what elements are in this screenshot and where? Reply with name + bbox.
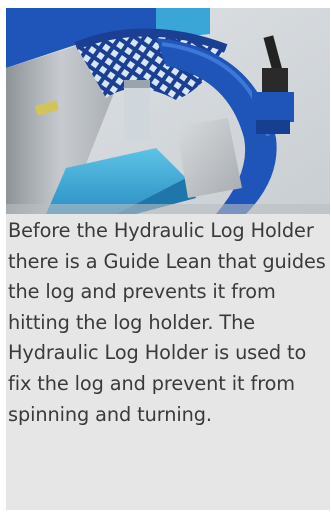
content-card: Before the Hydraulic Log Holder there is… — [6, 8, 330, 510]
machine-illustration — [6, 8, 330, 214]
machine-photo — [6, 8, 330, 214]
photo-caption: Before the Hydraulic Log Holder there is… — [8, 219, 326, 426]
